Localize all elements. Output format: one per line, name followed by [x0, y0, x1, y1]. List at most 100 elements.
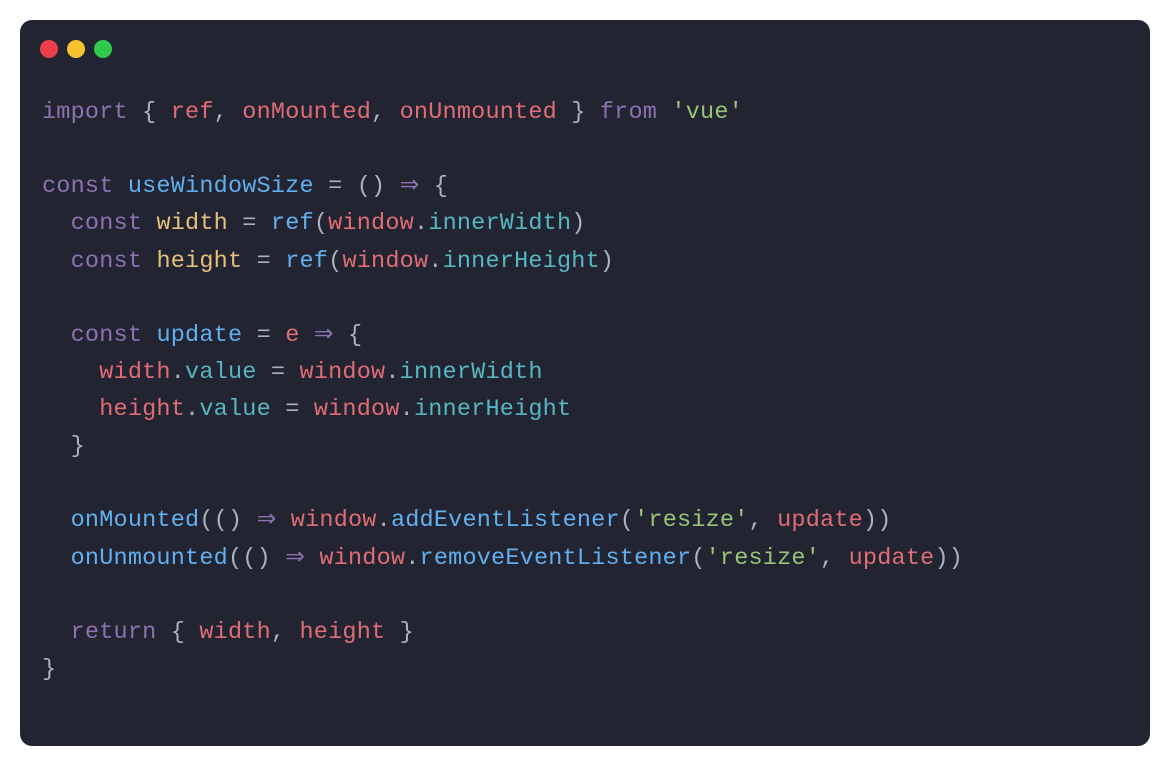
indent	[42, 359, 99, 386]
brace: }	[42, 656, 56, 683]
ident-width: width	[99, 359, 171, 386]
paren: )	[934, 545, 948, 572]
arrow: ⇒	[285, 545, 305, 572]
space	[285, 359, 299, 386]
code-content: import { ref, onMounted, onUnmounted } f…	[20, 66, 1150, 716]
operator-eq: =	[242, 210, 256, 237]
prop-innerwidth: innerWidth	[400, 359, 543, 386]
var-height: height	[156, 248, 242, 275]
space	[257, 210, 271, 237]
func-addeventlistener: addEventListener	[391, 507, 620, 534]
space	[276, 507, 290, 534]
brace: }	[557, 99, 600, 126]
operator-eq: =	[271, 359, 285, 386]
brace: {	[434, 173, 448, 200]
ident-onunmounted: onUnmounted	[400, 99, 557, 126]
dot: .	[185, 396, 199, 423]
ident-width: width	[199, 619, 271, 646]
paren: (	[242, 545, 256, 572]
brace: {	[348, 322, 362, 349]
ident-window: window	[314, 396, 400, 423]
paren: (	[199, 507, 213, 534]
paren: )	[571, 210, 585, 237]
comma: ,	[820, 545, 849, 572]
dot: .	[171, 359, 185, 386]
brace: {	[171, 619, 200, 646]
dot: .	[400, 396, 414, 423]
space	[300, 396, 314, 423]
prop-innerheight: innerHeight	[443, 248, 600, 275]
dot: .	[377, 507, 391, 534]
keyword-const: const	[71, 210, 143, 237]
dot: .	[414, 210, 428, 237]
prop-value: value	[199, 396, 271, 423]
operator-eq: =	[257, 248, 271, 275]
brace: {	[128, 99, 171, 126]
string-vue: 'vue'	[671, 99, 743, 126]
operator-eq: =	[328, 173, 342, 200]
comma: ,	[371, 99, 400, 126]
ident-window: window	[342, 248, 428, 275]
maximize-icon[interactable]	[94, 40, 112, 58]
comma: ,	[214, 99, 243, 126]
string-resize: 'resize'	[706, 545, 820, 572]
minimize-icon[interactable]	[67, 40, 85, 58]
space	[114, 173, 128, 200]
space	[271, 322, 285, 349]
space	[342, 173, 356, 200]
indent	[42, 396, 99, 423]
var-width: width	[156, 210, 228, 237]
paren: (	[620, 507, 634, 534]
ident-window: window	[328, 210, 414, 237]
func-removeeventlistener: removeEventListener	[420, 545, 692, 572]
keyword-const: const	[42, 173, 114, 200]
space	[242, 507, 256, 534]
brace: }	[71, 433, 85, 460]
space	[385, 173, 399, 200]
arrow: ⇒	[314, 322, 334, 349]
space	[257, 359, 271, 386]
indent	[42, 433, 71, 460]
arrow: ⇒	[257, 507, 277, 534]
space	[271, 396, 285, 423]
paren: )	[877, 507, 891, 534]
indent	[42, 210, 71, 237]
dot: .	[405, 545, 419, 572]
paren: (	[214, 507, 228, 534]
string-resize: 'resize'	[634, 507, 748, 534]
space	[420, 173, 434, 200]
func-ref: ref	[271, 210, 314, 237]
paren: )	[600, 248, 614, 275]
space	[314, 173, 328, 200]
paren: (	[691, 545, 705, 572]
comma: ,	[749, 507, 778, 534]
keyword-return: return	[71, 619, 157, 646]
ident-window: window	[319, 545, 405, 572]
space	[657, 99, 671, 126]
keyword-import: import	[42, 99, 128, 126]
keyword-from: from	[600, 99, 657, 126]
dot: .	[385, 359, 399, 386]
ident-update: update	[777, 507, 863, 534]
operator-eq: =	[257, 322, 271, 349]
paren: (	[228, 545, 242, 572]
space	[334, 322, 348, 349]
paren: (	[314, 210, 328, 237]
paren: )	[228, 507, 242, 534]
ident-window: window	[300, 359, 386, 386]
window-titlebar	[20, 20, 1150, 66]
space	[228, 210, 242, 237]
ident-window: window	[291, 507, 377, 534]
space	[300, 322, 314, 349]
ident-update: update	[849, 545, 935, 572]
indent	[42, 322, 71, 349]
close-icon[interactable]	[40, 40, 58, 58]
func-onunmounted: onUnmounted	[71, 545, 228, 572]
indent	[42, 507, 71, 534]
ident-onmounted: onMounted	[242, 99, 371, 126]
operator-eq: =	[285, 396, 299, 423]
keyword-const: const	[71, 248, 143, 275]
ident-ref: ref	[171, 99, 214, 126]
keyword-const: const	[71, 322, 143, 349]
comma: ,	[271, 619, 300, 646]
